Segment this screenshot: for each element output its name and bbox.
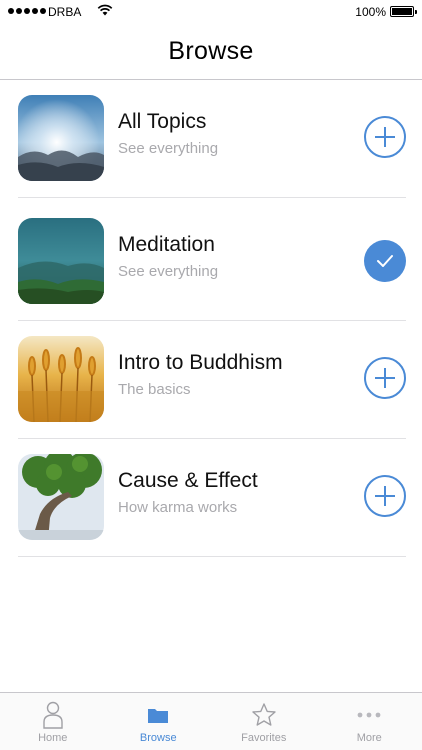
topic-title: Meditation [118, 233, 215, 256]
topic-subtitle: The basics [118, 381, 191, 398]
tab-label: Favorites [241, 732, 287, 744]
topic-title: All Topics [118, 110, 207, 133]
tab-bar: Home Browse Favorites More [0, 692, 422, 750]
checkmark-icon [377, 255, 393, 267]
topic-row-all-topics[interactable]: All Topics See everything [0, 80, 422, 198]
tab-browse[interactable]: Browse [106, 693, 212, 750]
star-icon [250, 701, 278, 729]
person-icon [39, 701, 67, 729]
row-divider [18, 556, 406, 557]
wifi-icon [97, 4, 113, 19]
battery-percentage: 100% [355, 5, 386, 19]
more-dots-icon [355, 701, 383, 729]
tab-more[interactable]: More [317, 693, 422, 750]
topic-row-intro-to-buddhism[interactable]: Intro to Buddhism The basics [0, 321, 422, 439]
topic-title: Cause & Effect [118, 469, 258, 492]
navigation-bar: Browse [0, 24, 422, 80]
topic-title: Intro to Buddhism [118, 351, 283, 374]
topic-thumbnail [18, 454, 104, 540]
battery-icon [390, 6, 417, 17]
tab-favorites[interactable]: Favorites [211, 693, 317, 750]
added-topic-button[interactable] [364, 240, 406, 282]
browse-screen: DRBA 100% Browse All Topics See everythi… [0, 0, 422, 750]
topic-subtitle: How karma works [118, 499, 238, 516]
topic-thumbnail [18, 95, 104, 181]
topic-subtitle: See everything [118, 140, 219, 157]
tab-label: More [356, 732, 382, 744]
tab-label: Home [38, 732, 68, 744]
add-topic-button[interactable] [364, 475, 406, 517]
status-bar: DRBA 100% [0, 0, 422, 24]
topic-row-meditation[interactable]: Meditation See everything [0, 198, 422, 321]
add-topic-button[interactable] [364, 116, 406, 158]
add-topic-button[interactable] [364, 357, 406, 399]
topic-row-cause-and-effect[interactable]: Cause & Effect How karma works [0, 439, 422, 557]
topic-subtitle: See everything [118, 263, 219, 280]
tab-home[interactable]: Home [0, 693, 106, 750]
carrier-name: DRBA [48, 5, 82, 19]
topic-thumbnail [18, 336, 104, 422]
folder-icon [144, 701, 172, 729]
page-title: Browse [168, 37, 254, 65]
tab-label: Browse [139, 732, 177, 744]
topic-thumbnail [18, 218, 104, 304]
signal-strength-icon [8, 8, 46, 14]
